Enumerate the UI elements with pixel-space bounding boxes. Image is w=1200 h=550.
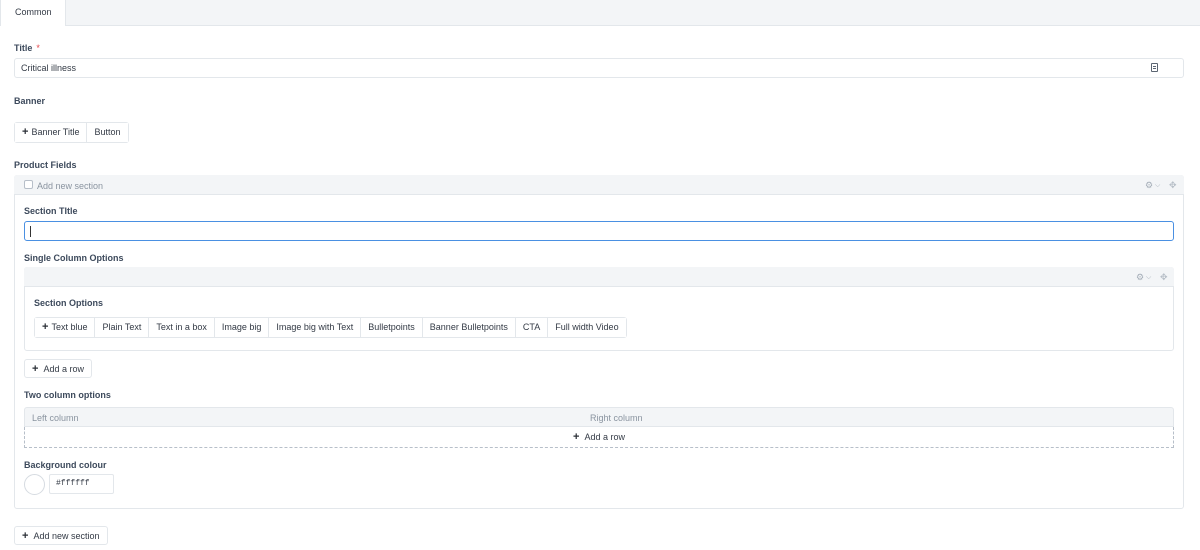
section-header-label: Add new section (37, 181, 104, 191)
section-options-label: Section Options (34, 298, 104, 308)
title-label-text: Title (14, 43, 33, 53)
tab-bar: Common (0, 0, 1200, 26)
full-width-video-button[interactable]: Full width Video (548, 318, 626, 337)
move-icon[interactable]: ✥ (1160, 272, 1168, 283)
plus-icon: + (32, 363, 39, 375)
section-checkbox[interactable] (24, 180, 33, 189)
add-new-section-button[interactable]: + Add new section (14, 526, 108, 545)
document-icon[interactable] (1151, 63, 1158, 72)
banner-title-label: Banner Title (31, 127, 80, 137)
chevron-down-icon[interactable]: ⌵ (1146, 274, 1151, 282)
add-button-button[interactable]: Button (87, 123, 128, 142)
plus-icon: + (573, 431, 580, 443)
two-column-add-row-label: Add a row (584, 432, 625, 442)
banner-button-group: + Banner Title Button (14, 122, 129, 143)
section-options-button-group: + Text blue Plain Text Text in a box Imag… (34, 317, 627, 338)
bulletpoints-button[interactable]: Bulletpoints (361, 318, 423, 337)
text-blue-label: Text blue (51, 322, 88, 332)
add-row-button[interactable]: + Add a row (24, 359, 92, 378)
image-big-button[interactable]: Image big (214, 318, 270, 337)
gear-icon[interactable]: ⚙ (1136, 272, 1144, 283)
two-column-header: Left column Right column (24, 407, 1174, 427)
section-panel-header (14, 175, 1184, 195)
left-column-label: Left column (32, 413, 79, 423)
text-in-a-box-button[interactable]: Text in a box (149, 318, 215, 337)
color-swatch[interactable] (24, 474, 45, 495)
section-title-label: Section TItle (24, 206, 78, 216)
background-colour-label: Background colour (24, 460, 107, 470)
plus-icon: + (22, 530, 29, 542)
text-caret (30, 226, 31, 237)
plus-icon: + (42, 321, 49, 333)
chevron-down-icon[interactable]: ⌵ (1155, 182, 1160, 190)
two-column-label: Two column options (24, 390, 111, 400)
two-column-add-row-button[interactable]: + Add a row (24, 427, 1174, 448)
banner-bulletpoints-button[interactable]: Banner Bulletpoints (422, 318, 516, 337)
background-colour-input[interactable]: #ffffff (49, 474, 114, 494)
required-mark: * (36, 43, 40, 53)
title-label: Title * (14, 43, 40, 53)
plus-icon: + (22, 126, 29, 138)
add-text-blue-button[interactable]: + Text blue (35, 318, 96, 337)
single-column-label: Single Column Options (24, 253, 124, 263)
tab-common[interactable]: Common (0, 0, 66, 26)
move-icon[interactable]: ✥ (1169, 180, 1177, 191)
title-input[interactable]: Critical illness (14, 58, 1184, 78)
add-row-label: Add a row (43, 364, 84, 374)
right-column-label: Right column (590, 413, 643, 423)
add-new-section-label: Add new section (33, 531, 100, 541)
image-big-with-text-button[interactable]: Image big with Text (269, 318, 362, 337)
single-column-panel-header (24, 267, 1174, 287)
cta-button[interactable]: CTA (515, 318, 549, 337)
product-fields-label: Product Fields (14, 160, 77, 170)
gear-icon[interactable]: ⚙ (1145, 180, 1153, 191)
section-title-input[interactable] (24, 221, 1174, 241)
banner-label: Banner (14, 96, 46, 106)
plain-text-button[interactable]: Plain Text (95, 318, 150, 337)
add-banner-title-button[interactable]: + Banner Title (15, 123, 88, 142)
